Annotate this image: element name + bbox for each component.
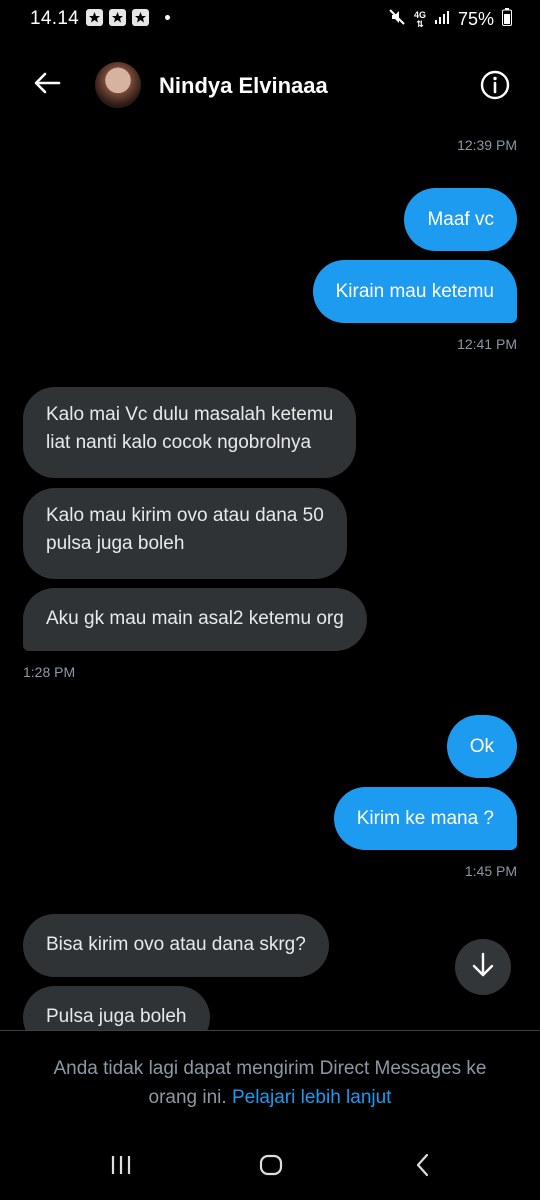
- app-notification-icon: [109, 9, 126, 26]
- notification-icons: [86, 9, 170, 26]
- scroll-to-bottom-button[interactable]: [455, 939, 511, 995]
- dm-disabled-notice: Anda tidak lagi dapat mengirim Direct Me…: [30, 1054, 510, 1112]
- app-notification-icon: [86, 9, 103, 26]
- incoming-message[interactable]: Kalo mai Vc dulu masalah ketemu liat nan…: [23, 387, 357, 478]
- message-line: pulsa juga boleh: [46, 533, 185, 554]
- status-bar: 14.14 4G ⇅ 75%: [0, 0, 540, 40]
- incoming-message[interactable]: Kalo mau kirim ovo atau dana 50 pulsa ju…: [23, 488, 347, 579]
- network-type: 4G ⇅: [414, 10, 426, 29]
- outgoing-message[interactable]: Maaf vc: [404, 188, 517, 251]
- battery-percent: 75%: [457, 9, 494, 29]
- outgoing-message[interactable]: Ok: [446, 715, 517, 778]
- status-right: 4G ⇅ 75%: [388, 8, 512, 31]
- info-button[interactable]: [480, 70, 510, 100]
- back-button[interactable]: [30, 68, 64, 102]
- home-icon: [259, 1154, 283, 1181]
- message-line: liat nanti kalo cocok ngobrolnya: [46, 432, 312, 453]
- chevron-left-icon: [415, 1153, 431, 1182]
- arrow-down-icon: [471, 952, 495, 983]
- home-button[interactable]: [251, 1152, 291, 1182]
- message-line: Aku gk mau main asal2 ketemu org: [46, 608, 344, 629]
- message-text: Kirim ke mana ?: [356, 807, 494, 829]
- data-arrows-icon: ⇅: [416, 18, 424, 29]
- recent-apps-button[interactable]: [101, 1152, 141, 1182]
- status-time: 14.14: [30, 8, 80, 29]
- footer-divider: [0, 1030, 540, 1031]
- message-text: Ok: [469, 735, 494, 757]
- message-line: Kalo mau kirim ovo atau dana 50: [46, 505, 324, 526]
- message-timestamp: 12:39 PM: [457, 137, 517, 153]
- message-line: Kalo mai Vc dulu masalah ketemu: [46, 404, 334, 425]
- system-nav-bar: [0, 1140, 540, 1195]
- avatar[interactable]: [95, 62, 141, 108]
- message-line: Bisa kirim ovo atau dana skrg?: [46, 934, 306, 955]
- outgoing-message[interactable]: Kirim ke mana ?: [333, 787, 517, 850]
- contact-name[interactable]: Nindya Elvinaaa: [159, 73, 328, 99]
- message-list[interactable]: 12:39 PM Maaf vc Kirain mau ketemu 12:41…: [0, 120, 540, 1030]
- more-notifications-dot-icon: [165, 15, 170, 20]
- message-text: Kirain mau ketemu: [335, 280, 494, 302]
- message-timestamp: 12:41 PM: [457, 336, 517, 352]
- incoming-message[interactable]: Pulsa juga boleh: [23, 986, 210, 1030]
- nav-back-button[interactable]: [403, 1152, 443, 1182]
- recent-apps-icon: [109, 1154, 133, 1181]
- message-text: Maaf vc: [427, 208, 494, 230]
- mute-icon: [388, 8, 406, 31]
- conversation-header: Nindya Elvinaaa: [0, 56, 540, 116]
- outgoing-message[interactable]: Kirain mau ketemu: [312, 260, 517, 323]
- arrow-left-icon: [33, 71, 61, 100]
- info-circle-icon: [480, 70, 510, 104]
- app-notification-icon: [132, 9, 149, 26]
- message-line: Pulsa juga boleh: [46, 1006, 187, 1027]
- learn-more-link[interactable]: Pelajari lebih lanjut: [232, 1087, 392, 1108]
- message-timestamp: 1:45 PM: [464, 863, 517, 879]
- incoming-message[interactable]: Aku gk mau main asal2 ketemu org: [23, 588, 367, 651]
- battery-icon: [502, 8, 512, 31]
- signal-icon: [434, 9, 450, 30]
- message-timestamp: 1:28 PM: [23, 664, 76, 680]
- incoming-message[interactable]: Bisa kirim ovo atau dana skrg?: [23, 914, 329, 977]
